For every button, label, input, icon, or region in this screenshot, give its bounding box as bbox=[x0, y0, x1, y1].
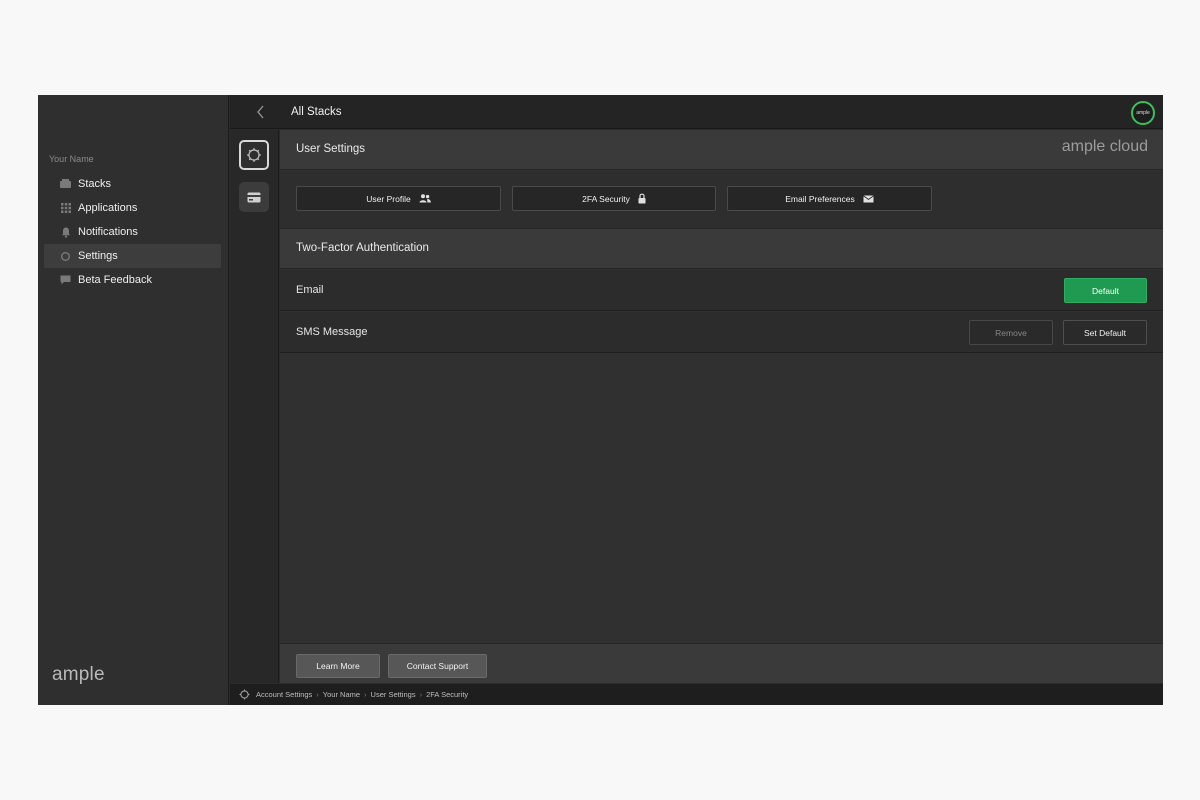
icon-rail bbox=[230, 130, 279, 683]
breadcrumb-separator-icon: › bbox=[316, 690, 319, 699]
breadcrumb-item[interactable]: User Settings bbox=[371, 690, 416, 699]
tab-2fa-security[interactable]: 2FA Security bbox=[512, 186, 716, 211]
gear-icon bbox=[60, 251, 71, 262]
breadcrumb-separator-icon: › bbox=[364, 690, 367, 699]
remove-button[interactable]: Remove bbox=[969, 320, 1053, 345]
app-window: Your Name Stacks Applications Notificati… bbox=[38, 95, 1163, 705]
main-panel: User Settings ample cloud User Profile 2… bbox=[280, 130, 1163, 683]
tab-email-preferences[interactable]: Email Preferences bbox=[727, 186, 932, 211]
list-item-sms: SMS Message Remove Set Default bbox=[280, 312, 1163, 353]
tab-user-profile[interactable]: User Profile bbox=[296, 186, 501, 211]
bell-icon bbox=[60, 227, 71, 238]
breadcrumb-item[interactable]: Your Name bbox=[323, 690, 360, 699]
back-button[interactable] bbox=[254, 103, 268, 121]
ample-cloud-logo: ample cloud bbox=[1061, 138, 1148, 155]
sidebar-item-label: Beta Feedback bbox=[78, 274, 152, 286]
settings-header: User Settings ample cloud bbox=[280, 130, 1163, 170]
sidebar-item-label: Stacks bbox=[78, 178, 112, 190]
sidebar-item-applications[interactable]: Applications bbox=[44, 196, 221, 220]
avatar[interactable]: ample bbox=[1131, 101, 1155, 125]
brand-logo: ample bbox=[52, 664, 105, 685]
footer-bar: Learn More Contact Support bbox=[280, 643, 1163, 683]
stacks-icon bbox=[60, 179, 71, 190]
breadcrumb-item: 2FA Security bbox=[426, 690, 469, 699]
breadcrumb-separator-icon: › bbox=[419, 690, 423, 699]
chat-icon bbox=[60, 275, 71, 286]
tab-label: Email Preferences bbox=[785, 193, 855, 204]
breadcrumb-item[interactable]: Account Settings bbox=[256, 690, 312, 699]
avatar-text: ample bbox=[1136, 110, 1150, 116]
gear-icon bbox=[239, 689, 250, 700]
learn-more-button[interactable]: Learn More bbox=[296, 654, 380, 678]
method-label: Email bbox=[296, 284, 324, 296]
sidebar-item-label: Settings bbox=[78, 250, 118, 262]
top-bar: All Stacks ample bbox=[230, 95, 1163, 129]
list-item-email: Email Default bbox=[280, 270, 1163, 311]
rail-settings-button[interactable] bbox=[239, 140, 269, 170]
sidebar-item-beta-feedback[interactable]: Beta Feedback bbox=[44, 268, 221, 292]
section-header: Two-Factor Authentication bbox=[280, 229, 1163, 269]
sidebar-user-name: Your Name bbox=[49, 154, 94, 164]
tab-label: User Profile bbox=[366, 193, 411, 204]
rail-billing-button[interactable] bbox=[239, 182, 269, 212]
grid-icon bbox=[60, 203, 71, 214]
envelope-icon bbox=[862, 194, 874, 203]
sidebar-item-settings[interactable]: Settings bbox=[44, 244, 221, 268]
sidebar-item-notifications[interactable]: Notifications bbox=[44, 220, 221, 244]
lock-icon bbox=[638, 193, 646, 204]
credit-card-icon bbox=[247, 192, 261, 202]
default-button[interactable]: Default bbox=[1064, 278, 1147, 303]
method-label: SMS Message bbox=[296, 326, 368, 338]
sidebar-item-stacks[interactable]: Stacks bbox=[44, 172, 221, 196]
sidebar-nav: Stacks Applications Notifications Settin… bbox=[44, 172, 221, 292]
set-default-button[interactable]: Set Default bbox=[1063, 320, 1147, 345]
settings-title: User Settings bbox=[296, 143, 366, 155]
contact-support-button[interactable]: Contact Support bbox=[388, 654, 487, 678]
section-title: Two-Factor Authentication bbox=[296, 242, 429, 254]
chevron-left-icon bbox=[257, 105, 264, 119]
settings-tabs: User Profile 2FA Security Email Preferen… bbox=[280, 171, 1163, 229]
sidebar: Your Name Stacks Applications Notificati… bbox=[38, 95, 229, 705]
page-title: All Stacks bbox=[291, 106, 342, 118]
gear-icon bbox=[247, 148, 261, 162]
sidebar-item-label: Notifications bbox=[78, 226, 138, 238]
users-icon bbox=[419, 194, 431, 203]
tab-label: 2FA Security bbox=[582, 193, 630, 204]
sidebar-item-label: Applications bbox=[78, 202, 138, 214]
breadcrumb: Account Settings › Your Name › User Sett… bbox=[230, 684, 1163, 705]
